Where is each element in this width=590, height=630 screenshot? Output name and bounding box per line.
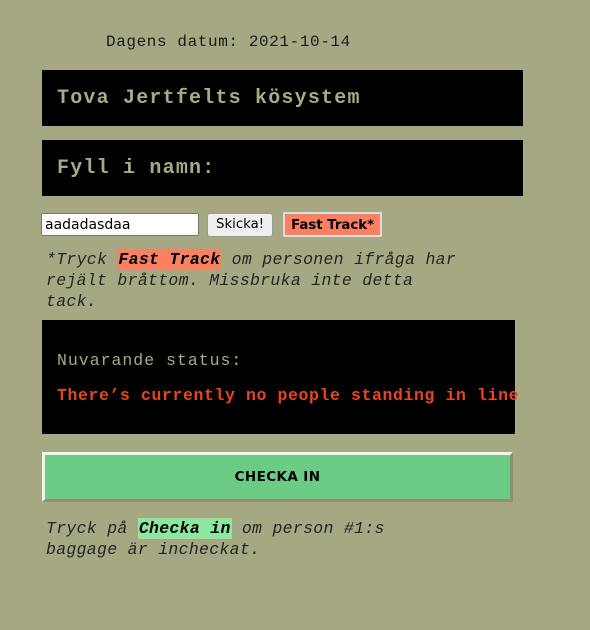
current-date-label: Dagens datum: 2021-10-14 [106, 33, 351, 51]
fast-track-note-before: *Tryck [46, 250, 118, 269]
check-in-note: Tryck på Checka in om person #1:s baggag… [46, 518, 426, 560]
fast-track-note: *Tryck Fast Track om personen ifråga har… [46, 249, 466, 312]
status-message: There’s currently no people standing in … [57, 386, 520, 405]
name-form-row: Skicka! Fast Track* [41, 212, 383, 237]
page-title: Tova Jertfelts kösystem [57, 86, 361, 110]
status-panel: Nuvarande status: There’s currently no p… [42, 320, 518, 434]
app-page: Dagens datum: 2021-10-14 Tova Jertfelts … [0, 0, 590, 630]
check-in-button[interactable]: CHECKA IN [42, 452, 513, 502]
submit-button[interactable]: Skicka! [207, 212, 274, 237]
check-in-note-before: Tryck på [46, 519, 138, 538]
check-in-note-highlight: Checka in [137, 518, 232, 539]
name-input[interactable] [41, 213, 199, 236]
subtitle-banner: Fyll i namn: [42, 140, 523, 196]
name-prompt-label: Fyll i namn: [57, 156, 216, 180]
fast-track-note-highlight: Fast Track [117, 249, 222, 270]
fast-track-button[interactable]: Fast Track* [283, 212, 383, 237]
status-label: Nuvarande status: [57, 351, 243, 370]
title-banner: Tova Jertfelts kösystem [42, 70, 523, 126]
